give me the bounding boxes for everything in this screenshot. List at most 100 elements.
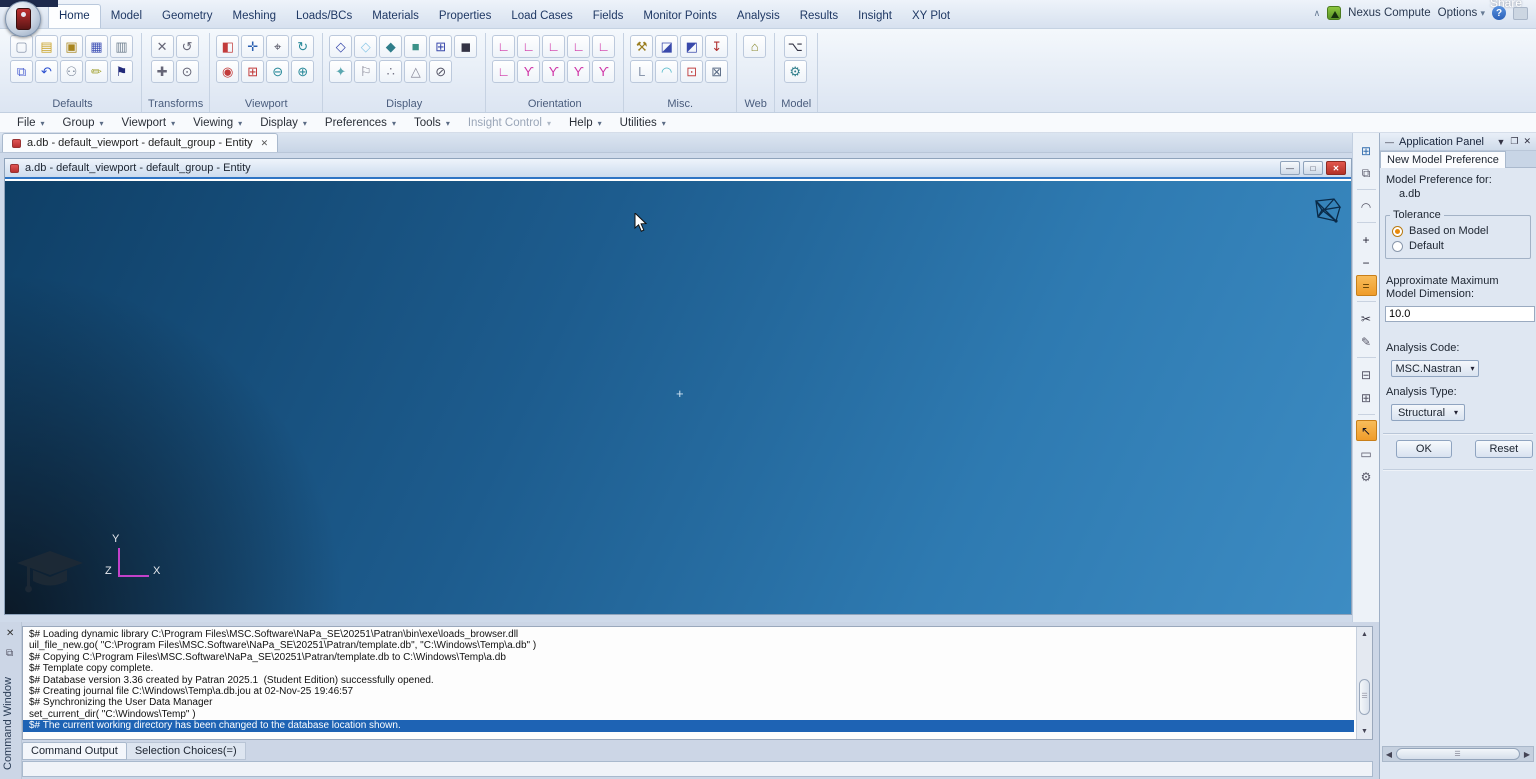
zoom-in-icon[interactable]: + (1356, 229, 1377, 250)
panel-tab-new-model-preference[interactable]: New Model Preference (1380, 151, 1506, 168)
model-settings-icon[interactable]: ⚙ (784, 60, 807, 83)
tab-load-cases[interactable]: Load Cases (501, 5, 582, 28)
iso-view-3-icon[interactable]: ϒ (567, 60, 590, 83)
menu-utilities[interactable]: Utilities▾ (611, 115, 675, 131)
lasso-select-icon[interactable]: ◠ (1356, 196, 1377, 217)
print-icon[interactable]: ▥ (110, 35, 133, 58)
analysis-code-dropdown[interactable]: MSC.Nastran ▾ (1391, 360, 1479, 377)
radio-based-on-model[interactable]: Based on Model (1390, 225, 1526, 237)
new-file-icon[interactable]: ▢ (10, 35, 33, 58)
document-tab-active[interactable]: a.db - default_viewport - default_group … (2, 133, 278, 152)
tab-home[interactable]: Home (48, 4, 101, 28)
triangle-display-icon[interactable]: △ (404, 60, 427, 83)
cut-icon[interactable]: ✂ (1356, 308, 1377, 329)
help-icon[interactable]: ? (1492, 6, 1506, 20)
viewport-title-bar[interactable]: a.db - default_viewport - default_group … (5, 159, 1351, 179)
paste-entities-icon[interactable]: ⊞ (1356, 387, 1377, 408)
tab-insight[interactable]: Insight (848, 5, 902, 28)
select-cursor-icon[interactable]: ↖ (1356, 420, 1377, 441)
tab-results[interactable]: Results (790, 5, 848, 28)
app-menu-button[interactable] (5, 1, 41, 37)
view-yzx-icon[interactable]: ∟ (492, 35, 515, 58)
copy-icon[interactable]: ⧉ (10, 60, 33, 83)
command-output-area[interactable]: $# Loading dynamic library C:\Program Fi… (22, 626, 1373, 740)
point-display-icon[interactable]: ∴ (379, 60, 402, 83)
save-file-icon[interactable]: ▦ (85, 35, 108, 58)
menu-group[interactable]: Group▾ (54, 115, 113, 131)
menu-preferences[interactable]: Preferences▾ (316, 115, 405, 131)
tab-xy-plot[interactable]: XY Plot (902, 5, 960, 28)
scroll-left-icon[interactable]: ◀ (1383, 750, 1395, 759)
scrollbar-thumb[interactable]: ☰ (1396, 748, 1520, 760)
model-browser-icon[interactable]: ◪ (655, 35, 678, 58)
tab-selection-choices[interactable]: Selection Choices(=) (127, 742, 246, 760)
close-button[interactable]: ✕ (1326, 161, 1346, 175)
curve-nodes-icon[interactable]: ◠ (655, 60, 678, 83)
smooth-shaded-icon[interactable]: ■ (404, 35, 427, 58)
menu-viewing[interactable]: Viewing▾ (184, 115, 251, 131)
group-transform-icon[interactable]: ⊠ (705, 60, 728, 83)
zoom-out-icon[interactable]: ⊖ (266, 60, 289, 83)
tab-geometry[interactable]: Geometry (152, 5, 223, 28)
preferences-gear-icon[interactable]: ⚙ (1356, 466, 1377, 487)
shaded-icon[interactable]: ◆ (379, 35, 402, 58)
viewport-grid-icon[interactable]: ⊞ (1356, 140, 1377, 161)
fasteners-icon[interactable]: ⚒ (630, 35, 653, 58)
model-dimension-input[interactable] (1385, 306, 1535, 322)
panel-float-icon[interactable]: ❐ (1510, 136, 1518, 147)
radio-default[interactable]: Default (1390, 240, 1526, 252)
menu-file[interactable]: File▾ (8, 115, 54, 131)
iso-view-4-icon[interactable]: ϒ (592, 60, 615, 83)
attachments-icon[interactable]: ◩ (680, 35, 703, 58)
clean-database-icon[interactable]: ✏ (85, 60, 108, 83)
highlight-icon[interactable]: ✦ (329, 60, 352, 83)
nexus-compute-label[interactable]: Nexus Compute (1348, 7, 1430, 19)
rotate-view-icon[interactable]: ↻ (291, 35, 314, 58)
undo-icon[interactable]: ↶ (35, 60, 58, 83)
tab-analysis[interactable]: Analysis (727, 5, 790, 28)
iso-view-icon[interactable]: ◉ (216, 60, 239, 83)
menu-display[interactable]: Display▾ (251, 115, 316, 131)
close-icon[interactable]: ✕ (259, 138, 269, 149)
center-view-icon[interactable]: ⌖ (266, 35, 289, 58)
tab-properties[interactable]: Properties (429, 5, 501, 28)
menu-insight-control[interactable]: Insight Control▾ (459, 115, 560, 131)
close-icon[interactable]: ✕ (6, 628, 14, 639)
mouse-pan-icon[interactable]: ✚ (151, 60, 174, 83)
radio-button-icon[interactable] (1392, 226, 1403, 237)
front-view-icon[interactable]: ◧ (216, 35, 239, 58)
tab-loads-bcs[interactable]: Loads/BCs (286, 5, 362, 28)
mouse-settings-icon[interactable]: ⚇ (60, 60, 83, 83)
collapse-ribbon-icon[interactable]: ∧ (1314, 8, 1321, 19)
analysis-type-dropdown[interactable]: Structural ▾ (1391, 404, 1465, 421)
iso-view-1-icon[interactable]: ϒ (517, 60, 540, 83)
console-vertical-scrollbar[interactable]: ▲ ☰ ▼ (1356, 627, 1372, 739)
element-display-icon[interactable]: ⊡ (680, 60, 703, 83)
beam-display-icon[interactable]: L (630, 60, 653, 83)
zoom-out-icon[interactable]: − (1356, 252, 1377, 273)
command-input-field[interactable] (22, 761, 1373, 777)
titlebar-extra-button[interactable] (1513, 7, 1528, 20)
tab-monitor-points[interactable]: Monitor Points (633, 5, 727, 28)
view-zx-icon[interactable]: ∟ (492, 60, 515, 83)
panel-menu-icon[interactable]: ▼ (1496, 137, 1505, 147)
hidden-line-icon[interactable]: ◇ (354, 35, 377, 58)
free-faces-icon[interactable]: ◼ (454, 35, 477, 58)
fit-view-icon[interactable]: ✛ (241, 35, 264, 58)
import-file-icon[interactable]: ▣ (60, 35, 83, 58)
copy-view-icon[interactable]: ⧉ (1356, 163, 1377, 184)
multi-viewport-icon[interactable]: ⊞ (241, 60, 264, 83)
scroll-down-icon[interactable]: ▼ (1357, 726, 1372, 737)
tab-model[interactable]: Model (101, 5, 152, 28)
radio-button-icon[interactable] (1392, 241, 1403, 252)
menu-tools[interactable]: Tools▾ (405, 115, 459, 131)
mouse-pick-icon[interactable]: ✕ (151, 35, 174, 58)
mouse-zoom-icon[interactable]: ⊙ (176, 60, 199, 83)
view-yxz2-icon[interactable]: ∟ (542, 35, 565, 58)
tab-command-output[interactable]: Command Output (22, 742, 127, 760)
view-yxz3-icon[interactable]: ∟ (592, 35, 615, 58)
menu-help[interactable]: Help▾ (560, 115, 611, 131)
web-home-icon[interactable]: ⌂ (743, 35, 766, 58)
panel-collapse-icon[interactable]: — (1385, 137, 1394, 147)
iso-view-2-icon[interactable]: ϒ (542, 60, 565, 83)
